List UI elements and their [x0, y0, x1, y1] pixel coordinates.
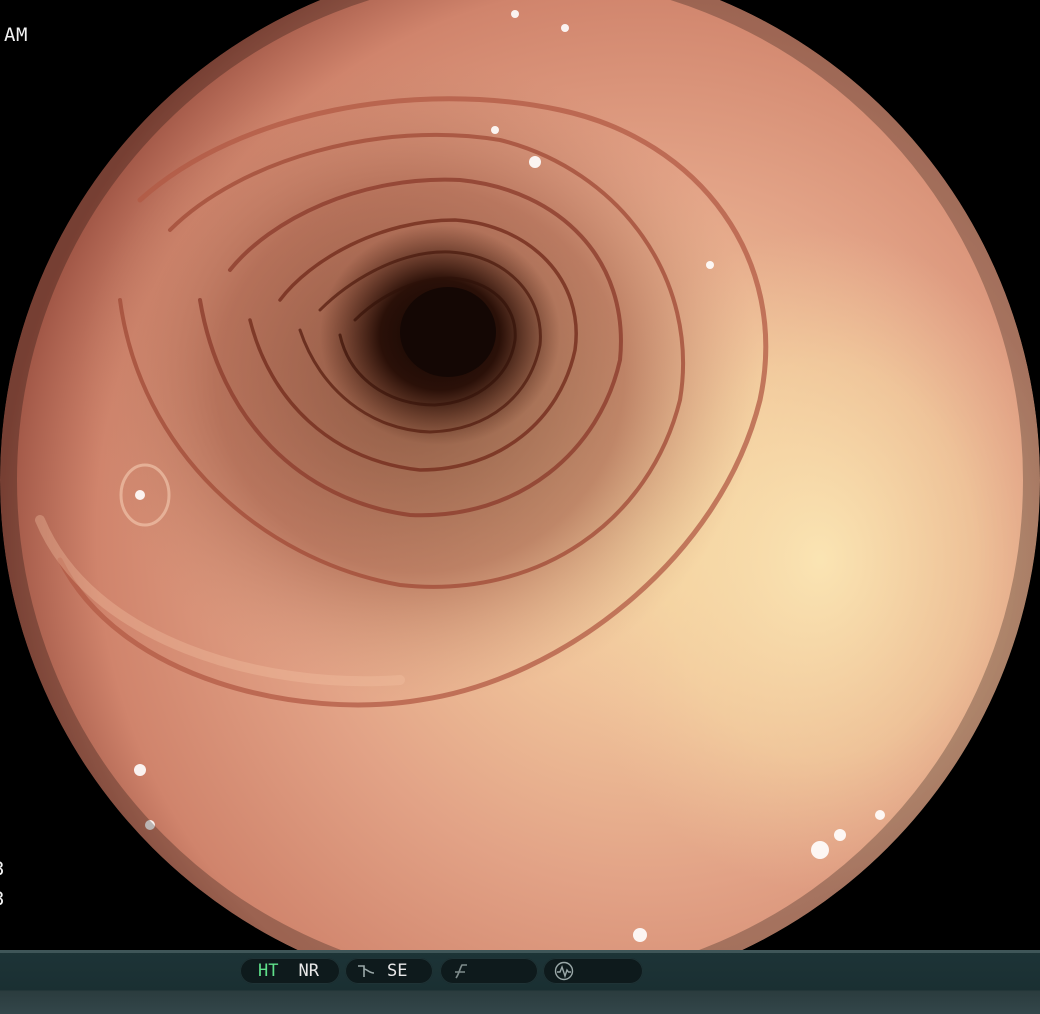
top-left-label: AM [4, 24, 28, 46]
endoscope-viewport: AM 3 3 HT NR SE [0, 0, 1040, 1014]
endoscopic-image [0, 0, 1040, 950]
se-indicator: SE [387, 961, 408, 981]
status-bar-top-band [0, 950, 1040, 953]
wave-indicator-group [543, 958, 643, 984]
ht-nr-indicator-group: HT NR [240, 958, 340, 984]
se-indicator-group: SE [345, 958, 433, 984]
ht-indicator: HT [258, 961, 279, 981]
edge-mark-lower: 3 [0, 888, 5, 910]
status-bar: HT NR SE [0, 950, 1040, 1014]
edge-mark-upper: 3 [0, 858, 5, 880]
nr-indicator: NR [298, 961, 319, 981]
f-stroke-icon [450, 960, 472, 982]
f-indicator-group [440, 958, 538, 984]
waveform-circle-icon [553, 960, 575, 982]
curve-tone-icon [355, 960, 377, 982]
